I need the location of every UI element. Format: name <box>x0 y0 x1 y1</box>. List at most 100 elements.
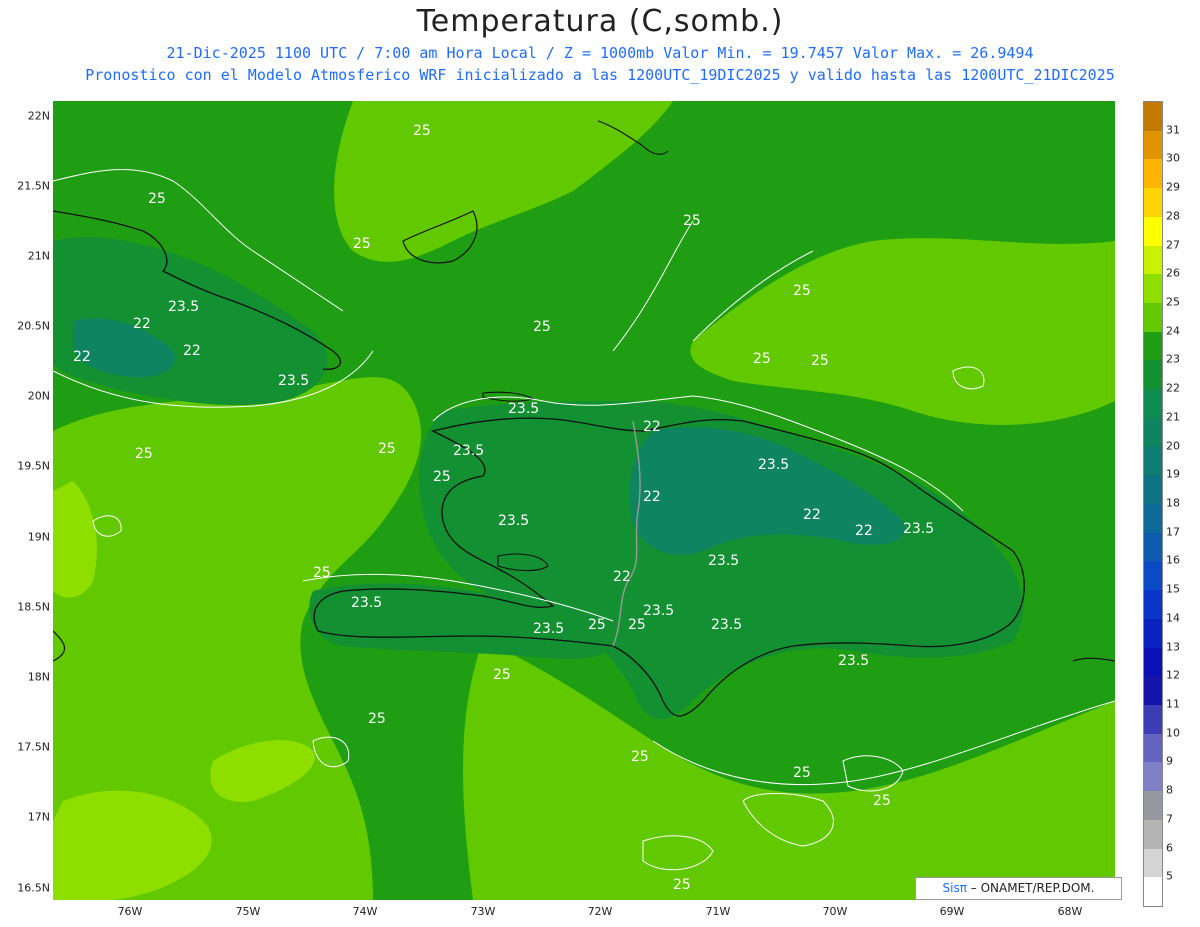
lon-tick-label: 74W <box>352 905 378 918</box>
colorbar-label: 16 <box>1166 553 1180 567</box>
lat-tick-label: 20N <box>27 389 50 403</box>
lat-tick-label: 21N <box>27 249 50 263</box>
colorbar-label: 5 <box>1166 869 1173 883</box>
colorbar-cell <box>1144 159 1162 189</box>
colorbar-label: 23 <box>1166 352 1180 366</box>
colorbar-cell <box>1144 762 1162 792</box>
contour-label: 25 <box>753 351 771 367</box>
contour-label: 22 <box>73 349 91 365</box>
colorbar-label: 29 <box>1166 180 1180 194</box>
temperature-colorbar <box>1143 101 1163 907</box>
lon-tick-label: 70W <box>822 905 848 918</box>
colorbar-cell <box>1144 848 1162 878</box>
colorbar-cell <box>1144 733 1162 763</box>
contour-label: 22 <box>803 507 821 523</box>
contour-label: 23.5 <box>533 621 565 637</box>
contour-label: 23.5 <box>838 653 870 669</box>
colorbar-cell <box>1144 647 1162 677</box>
contour-label: 23.5 <box>643 603 675 619</box>
colorbar-cell <box>1144 274 1162 304</box>
colorbar-cell <box>1144 877 1162 907</box>
contour-label: 23.5 <box>498 513 530 529</box>
colorbar-cell <box>1144 303 1162 333</box>
colorbar-label: 27 <box>1166 238 1180 252</box>
lon-tick-label: 72W <box>587 905 613 918</box>
colorbar-cell <box>1144 475 1162 505</box>
contour-label: 23.5 <box>758 457 790 473</box>
lat-tick-label: 17N <box>27 810 50 824</box>
contour-label: 25 <box>811 353 829 369</box>
lat-tick-label: 16.5N <box>17 881 50 895</box>
contour-label: 22 <box>643 489 661 505</box>
colorbar-cell <box>1144 676 1162 706</box>
contour-label: 23.5 <box>453 443 485 459</box>
colorbar-cell <box>1144 389 1162 419</box>
contour-label: 25 <box>313 565 331 581</box>
lat-tick-label: 17.5N <box>17 740 50 754</box>
colorbar-cell <box>1144 360 1162 390</box>
lat-tick-label: 20.5N <box>17 319 50 333</box>
colorbar-label: 20 <box>1166 439 1180 453</box>
contour-label: 23.5 <box>508 401 540 417</box>
longitude-axis: 76W 75W 74W 73W 72W 71W 70W 69W 68W <box>53 902 1115 924</box>
colorbar-label: 17 <box>1166 525 1180 539</box>
lon-tick-label: 75W <box>235 905 261 918</box>
contour-label: 25 <box>378 441 396 457</box>
contour-label: 23.5 <box>903 521 935 537</box>
colorbar-label: 24 <box>1166 324 1180 338</box>
contour-label: 25 <box>368 711 386 727</box>
colorbar-cell <box>1144 705 1162 735</box>
colorbar-cell <box>1144 245 1162 275</box>
colorbar-cell <box>1144 130 1162 160</box>
contour-label: 25 <box>873 793 891 809</box>
colorbar-cell <box>1144 216 1162 247</box>
lon-tick-label: 68W <box>1057 905 1083 918</box>
contour-label: 25 <box>673 877 691 893</box>
colorbar-label: 6 <box>1166 841 1173 855</box>
contour-label: 25 <box>793 765 811 781</box>
contour-label: 22 <box>133 316 151 332</box>
colorbar-label: 11 <box>1166 697 1180 711</box>
contour-label: 25 <box>793 283 811 299</box>
credit-box: Sisπ – ONAMET/REP.DOM. <box>915 877 1122 900</box>
colorbar-cell <box>1144 504 1162 534</box>
colorbar-label: 9 <box>1166 754 1173 768</box>
contour-label: 23.5 <box>351 595 383 611</box>
chart-subtitle-validity: 21-Dic-2025 1100 UTC / 7:00 am Hora Loca… <box>166 44 1034 62</box>
contour-label: 23.5 <box>278 373 310 389</box>
lat-tick-label: 22N <box>27 109 50 123</box>
temperature-map: 25 25 25 25 25 25 25 25 25 25 25 25 25 25 25 25 25 25 25 25… <box>53 101 1115 900</box>
lon-tick-label: 71W <box>705 905 731 918</box>
credit-brand: Sisπ <box>942 881 967 895</box>
contour-label: 25 <box>631 749 649 765</box>
colorbar-cell <box>1144 331 1162 361</box>
colorbar-label: 12 <box>1166 668 1180 682</box>
colorbar-label: 31 <box>1166 123 1180 137</box>
chart-title: Temperatura (C,somb.) <box>416 4 784 39</box>
colorbar-cell <box>1144 532 1162 562</box>
contour-label: 22 <box>855 523 873 539</box>
contour-label: 23.5 <box>168 299 200 315</box>
latitude-axis: 22N 21.5N 21N 20.5N 20N 19.5N 19N 18.5N 18N 17.5N… <box>0 101 53 900</box>
colorbar-cell <box>1144 791 1162 821</box>
credit-text: – ONAMET/REP.DOM. <box>970 881 1095 895</box>
colorbar-label: 26 <box>1166 266 1180 280</box>
colorbar-label: 14 <box>1166 611 1180 625</box>
colorbar-label: 19 <box>1166 467 1180 481</box>
colorbar-label: 28 <box>1166 209 1180 223</box>
colorbar-cell <box>1144 188 1162 218</box>
contour-label: 22 <box>183 343 201 359</box>
colorbar-label: 18 <box>1166 496 1180 510</box>
contour-label: 25 <box>413 123 431 139</box>
lat-tick-label: 21.5N <box>17 179 50 193</box>
colorbar-label: 25 <box>1166 295 1180 309</box>
contour-label: 25 <box>683 213 701 229</box>
lon-tick-label: 69W <box>939 905 965 918</box>
colorbar-label: 13 <box>1166 640 1180 654</box>
colorbar-label: 21 <box>1166 410 1180 424</box>
contour-label: 23.5 <box>708 553 740 569</box>
contour-label: 25 <box>135 446 153 462</box>
lat-tick-label: 18.5N <box>17 600 50 614</box>
contour-label: 23.5 <box>711 617 743 633</box>
lat-tick-label: 18N <box>27 670 50 684</box>
